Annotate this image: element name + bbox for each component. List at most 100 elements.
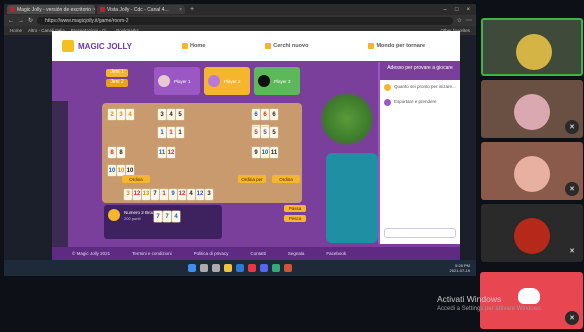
footer-link[interactable]: © Magic Jolly 2021 bbox=[72, 251, 110, 256]
footer-link[interactable]: Contatti bbox=[250, 251, 266, 256]
footer-link[interactable]: Facebook bbox=[326, 251, 346, 256]
bookmark-item[interactable]: Home bbox=[10, 28, 22, 33]
tile-set[interactable]: 11 12 bbox=[158, 147, 175, 158]
app-icon[interactable] bbox=[272, 264, 280, 272]
number-tile[interactable]: 7 bbox=[151, 188, 159, 200]
chat-text: Quanto sei pronto per inizare... bbox=[394, 84, 456, 89]
number-tile[interactable]: 10 bbox=[108, 165, 116, 176]
number-tile[interactable]: 2 bbox=[108, 109, 116, 120]
number-tile[interactable]: 1 bbox=[176, 127, 184, 138]
nav-item-world[interactable]: Mondo per tornare bbox=[368, 43, 425, 49]
reload-icon[interactable]: ↻ bbox=[28, 17, 33, 24]
footer-link[interactable]: Termini e condizioni bbox=[132, 251, 172, 256]
footer-link[interactable]: Politica di privacy bbox=[194, 251, 229, 256]
site-logo[interactable]: MAGIC JOLLY bbox=[62, 40, 152, 52]
number-tile[interactable]: 5 bbox=[252, 127, 260, 138]
url-field[interactable]: https://www.magicjolly.it/game/room-2 bbox=[37, 16, 453, 25]
number-tile[interactable]: 4 bbox=[187, 188, 195, 200]
number-tile[interactable]: 7 bbox=[154, 211, 162, 222]
ordina-per-button[interactable]: Ordina per bbox=[238, 175, 266, 183]
tile-set[interactable]: 345 bbox=[158, 109, 184, 120]
number-tile[interactable]: 8 bbox=[108, 147, 116, 158]
forward-icon[interactable]: → bbox=[18, 18, 24, 24]
number-tile[interactable]: 5 bbox=[261, 127, 269, 138]
close-icon[interactable]: × bbox=[179, 7, 182, 13]
number-tile[interactable]: 3 bbox=[205, 188, 213, 200]
number-tile[interactable]: 4 bbox=[172, 211, 180, 222]
close-icon[interactable]: × bbox=[93, 7, 95, 13]
tile-set[interactable]: 88 bbox=[108, 147, 125, 158]
number-tile[interactable]: 9 bbox=[169, 188, 177, 200]
discord-icon[interactable] bbox=[260, 264, 268, 272]
number-tile[interactable]: 12 bbox=[178, 188, 186, 200]
number-tile[interactable]: 4 bbox=[126, 109, 134, 120]
app-icon[interactable] bbox=[284, 264, 292, 272]
nav-item-home[interactable]: Home bbox=[182, 43, 205, 49]
search-icon[interactable] bbox=[200, 264, 208, 272]
chat-input[interactable] bbox=[384, 228, 456, 238]
draw-button[interactable]: Pesca bbox=[284, 215, 306, 222]
folder-icon[interactable] bbox=[224, 264, 232, 272]
taskbar-clock[interactable]: 5:28 PM 2021-07-19 bbox=[450, 263, 470, 273]
tile-set[interactable]: 666 bbox=[252, 109, 278, 120]
avatar bbox=[108, 209, 120, 221]
number-tile[interactable]: 5 bbox=[270, 127, 278, 138]
avatar bbox=[158, 75, 170, 87]
opponent-card-1: Player 1 bbox=[154, 67, 200, 95]
number-tile[interactable]: 4 bbox=[167, 109, 175, 120]
number-tile[interactable]: 6 bbox=[252, 109, 260, 120]
number-tile[interactable]: 11 bbox=[158, 147, 166, 158]
tile-set[interactable]: 555 bbox=[252, 127, 278, 138]
player-tab-1[interactable]: Jeni 1 bbox=[106, 69, 128, 77]
participant-tile[interactable] bbox=[481, 18, 583, 76]
number-tile[interactable]: 12 bbox=[196, 188, 204, 200]
tile-set[interactable]: 111 bbox=[158, 127, 184, 138]
number-tile[interactable]: 3 bbox=[158, 109, 166, 120]
tab-label: Magic Jolly - versión de escritorio bbox=[17, 6, 91, 13]
number-tile[interactable]: 6 bbox=[261, 109, 269, 120]
number-tile[interactable]: 5 bbox=[176, 109, 184, 120]
number-tile[interactable]: 3 bbox=[117, 109, 125, 120]
participant-tile[interactable]: ✕ bbox=[481, 142, 583, 200]
tile-set[interactable]: 9 10 11 bbox=[252, 147, 278, 158]
back-icon[interactable]: ← bbox=[8, 18, 14, 24]
participant-tile[interactable]: ✕ bbox=[481, 204, 583, 262]
ordina-button[interactable]: Ordina bbox=[122, 175, 150, 183]
nav-item-new[interactable]: Cerchi nuovo bbox=[265, 43, 308, 49]
number-tile[interactable]: 1 bbox=[158, 127, 166, 138]
tile-set[interactable]: 234 bbox=[108, 109, 134, 120]
number-tile[interactable]: 1 bbox=[167, 127, 175, 138]
new-tab-button[interactable]: + bbox=[187, 6, 197, 13]
number-tile[interactable]: 7 bbox=[163, 211, 171, 222]
taskview-icon[interactable] bbox=[212, 264, 220, 272]
footer-link[interactable]: Segnala bbox=[288, 251, 305, 256]
number-tile[interactable]: 10 bbox=[261, 147, 269, 158]
number-tile[interactable]: 3 bbox=[124, 188, 132, 200]
number-tile[interactable]: 8 bbox=[117, 147, 125, 158]
participant-tile[interactable]: ✕ bbox=[481, 80, 583, 138]
number-tile[interactable]: 9 bbox=[252, 147, 260, 158]
number-tile[interactable]: 11 bbox=[270, 147, 278, 158]
browser-tab-2[interactable]: Vista Jolly - Cdc - Canal 4... × bbox=[97, 5, 185, 14]
number-tile[interactable]: 12 bbox=[133, 188, 141, 200]
number-tile[interactable]: 12 bbox=[167, 147, 175, 158]
nav-label: Cerchi nuovo bbox=[273, 43, 309, 49]
windows-start-icon[interactable] bbox=[188, 264, 196, 272]
star-icon[interactable]: ☆ bbox=[457, 17, 462, 24]
bottom-player-panel: Numero 2 Brodi 200 punti 774 bbox=[104, 205, 222, 239]
player-tab-2[interactable]: Jeni 2 bbox=[106, 79, 128, 87]
minimize-icon[interactable]: – bbox=[444, 7, 447, 13]
browser-tab-1[interactable]: Magic Jolly - versión de escritorio × bbox=[7, 5, 95, 14]
mic-muted-icon: ✕ bbox=[565, 311, 579, 325]
number-tile[interactable]: 13 bbox=[142, 188, 150, 200]
close-window-icon[interactable]: × bbox=[466, 7, 470, 13]
edge-icon[interactable] bbox=[236, 264, 244, 272]
pass-button[interactable]: Passa bbox=[284, 205, 306, 212]
order-action-button[interactable]: Ordina bbox=[272, 175, 300, 183]
maximize-icon[interactable]: □ bbox=[455, 7, 459, 13]
number-tile[interactable]: 1 bbox=[160, 188, 168, 200]
menu-icon[interactable]: ⋯ bbox=[466, 17, 472, 24]
number-tile[interactable]: 6 bbox=[270, 109, 278, 120]
chrome-icon[interactable] bbox=[248, 264, 256, 272]
player-rack[interactable]: 3 12 13 7 1 9 12 4 12 3 bbox=[106, 185, 302, 203]
